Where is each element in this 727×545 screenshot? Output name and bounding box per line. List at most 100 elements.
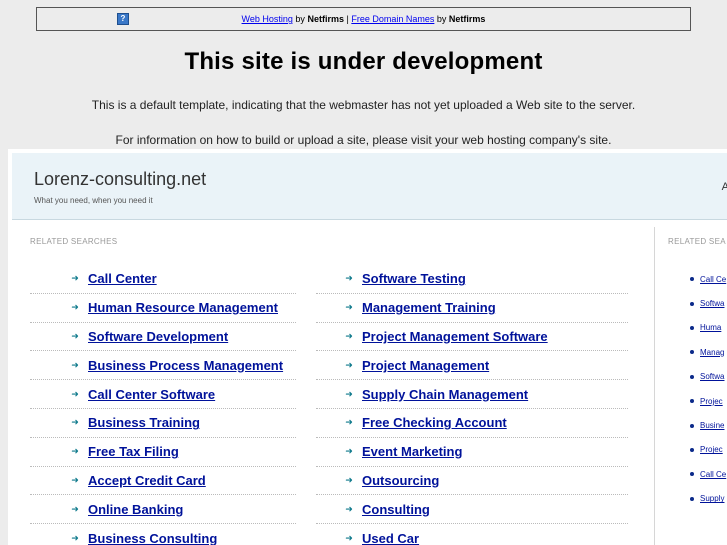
related-searches-label-right: RELATED SEA [668, 237, 726, 246]
search-link[interactable]: Free Tax Filing [88, 444, 179, 459]
search-link[interactable]: Consulting [362, 502, 430, 517]
search-item: ➜ Supply Chain Management [316, 380, 628, 409]
search-link[interactable]: Business Consulting [88, 531, 217, 545]
arrow-icon: ➜ [71, 532, 79, 543]
bullet-icon [690, 399, 694, 404]
sidebar-search-link[interactable]: Call Ce [700, 275, 726, 284]
site-title[interactable]: Lorenz-consulting.net [34, 169, 206, 190]
default-template-notice: This is a default template, indicating t… [91, 98, 636, 112]
top-banner: ? Web Hosting by Netfirms | Free Domain … [36, 7, 691, 31]
search-link[interactable]: Free Checking Account [362, 415, 507, 430]
by-text: by [295, 14, 305, 24]
arrow-icon: ➜ [345, 417, 353, 428]
search-item: ➜ Business Process Management [30, 351, 296, 381]
search-item: ➜ Human Resource Management [30, 294, 296, 323]
bullet-icon [690, 374, 694, 379]
bullet-icon [690, 325, 694, 330]
sidebar-search-link[interactable]: Call Ce [700, 470, 726, 479]
search-item: ➜ Free Checking Account [316, 409, 628, 438]
bullet-icon [690, 301, 694, 306]
search-item: ➜ Outsourcing [316, 467, 628, 496]
bullet-icon [690, 496, 694, 501]
search-link[interactable]: Call Center Software [88, 387, 215, 402]
column-divider [654, 227, 655, 545]
free-domain-names-link[interactable]: Free Domain Names [351, 14, 434, 24]
search-item: ➜ Business Training [30, 409, 296, 438]
sidebar-search-item: Call Ce [678, 462, 727, 486]
search-link[interactable]: Accept Credit Card [88, 473, 206, 488]
search-link[interactable]: Online Banking [88, 502, 183, 517]
netfirms-brand-2: Netfirms [448, 14, 486, 24]
bullet-icon [690, 447, 694, 452]
search-link[interactable]: Supply Chain Management [362, 387, 528, 402]
sidebar-search-item: Huma [678, 316, 727, 340]
search-link[interactable]: Management Training [362, 300, 496, 315]
search-item: ➜ Accept Credit Card [30, 467, 296, 496]
sidebar-search-link[interactable]: Huma [700, 323, 721, 332]
arrow-icon: ➜ [345, 388, 353, 399]
sidebar-search-link[interactable]: Softwa [700, 372, 724, 381]
question-icon[interactable]: ? [117, 13, 129, 25]
sidebar-search-item: Manag [678, 340, 727, 364]
search-item: ➜ Project Management [316, 351, 628, 381]
sidebar-search-item: Call Ce [678, 267, 727, 291]
sidebar-search-link[interactable]: Busine [700, 421, 724, 430]
search-item: ➜ Management Training [316, 294, 628, 323]
search-item: ➜ Call Center Software [30, 380, 296, 409]
search-link[interactable]: Outsourcing [362, 473, 439, 488]
sidebar-search-item: Supply [678, 487, 727, 511]
site-tagline: What you need, when you need it [34, 196, 153, 205]
search-item: ➜ Software Development [30, 323, 296, 352]
search-item: ➜ Project Management Software [316, 323, 628, 352]
netfirms-brand: Netfirms [307, 14, 344, 24]
arrow-icon: ➜ [345, 446, 353, 457]
search-link[interactable]: Software Development [88, 329, 228, 344]
search-item: ➜ Online Banking [30, 495, 296, 525]
arrow-icon: ➜ [71, 359, 79, 370]
search-link[interactable]: Call Center [88, 271, 157, 286]
search-link[interactable]: Business Training [88, 415, 200, 430]
parked-domain-frame: Lorenz-consulting.net What you need, whe… [8, 149, 727, 545]
search-item: ➜ Business Consulting [30, 524, 296, 545]
arrow-icon: ➜ [345, 273, 353, 284]
sidebar-search-link[interactable]: Supply [700, 494, 724, 503]
header-right-text: A [721, 181, 727, 193]
sidebar-search-link[interactable]: Projec [700, 397, 723, 406]
web-hosting-link[interactable]: Web Hosting [242, 14, 293, 24]
arrow-icon: ➜ [345, 503, 353, 514]
arrow-icon: ➜ [345, 359, 353, 370]
bullet-icon [690, 472, 694, 477]
search-link[interactable]: Human Resource Management [88, 300, 278, 315]
search-link[interactable]: Project Management [362, 358, 489, 373]
search-item: ➜ Call Center [30, 265, 296, 294]
related-searches-column-1: ➜ Call Center ➜ Human Resource Management ➜ S… [30, 265, 296, 545]
bullet-icon [690, 423, 694, 428]
hosting-info-notice: For information on how to build or uploa… [115, 133, 612, 147]
search-link[interactable]: Used Car [362, 531, 419, 545]
sidebar-search-link[interactable]: Projec [700, 445, 723, 454]
search-item: ➜ Consulting [316, 495, 628, 525]
sidebar-search-item: Projec [678, 389, 727, 413]
search-link[interactable]: Software Testing [362, 271, 466, 286]
arrow-icon: ➜ [71, 417, 79, 428]
sidebar-search-item: Softwa [678, 291, 727, 315]
separator: | [346, 14, 349, 24]
page-title: This site is under development [184, 48, 543, 75]
search-link[interactable]: Business Process Management [88, 358, 283, 373]
sidebar-search-link[interactable]: Softwa [700, 299, 724, 308]
arrow-icon: ➜ [71, 273, 79, 284]
search-link[interactable]: Event Marketing [362, 444, 462, 459]
arrow-icon: ➜ [71, 330, 79, 341]
sidebar-search-item: Softwa [678, 365, 727, 389]
arrow-icon: ➜ [71, 388, 79, 399]
sidebar-search-item: Projec [678, 438, 727, 462]
arrow-icon: ➜ [71, 446, 79, 457]
sidebar-search-link[interactable]: Manag [700, 348, 724, 357]
related-searches-sidebar: Call Ce Softwa Huma Manag Softwa Projec Busine… [678, 267, 727, 511]
parked-header: Lorenz-consulting.net What you need, whe… [12, 153, 727, 220]
related-searches-column-2: ➜ Software Testing ➜ Management Training ➜ Pr… [316, 265, 628, 545]
arrow-icon: ➜ [71, 302, 79, 313]
search-link[interactable]: Project Management Software [362, 329, 548, 344]
arrow-icon: ➜ [345, 302, 353, 313]
bullet-icon [690, 350, 694, 355]
